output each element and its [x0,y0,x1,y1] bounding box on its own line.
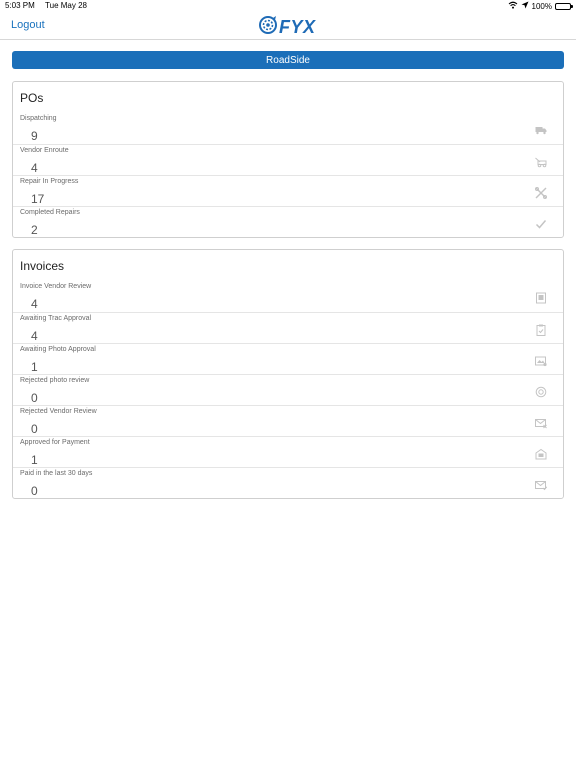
row-label: Completed Repairs [20,209,80,216]
row-label: Awaiting Photo Approval [20,346,96,353]
clipboard-icon [535,324,547,336]
invoice-row-rejected-vendor[interactable]: Rejected Vendor Review 0 [13,405,563,436]
row-value: 1 [31,453,38,467]
photo-icon [535,355,547,367]
invoices-card: Invoices Invoice Vendor Review 4 Awaitin… [12,249,564,499]
battery-percent: 100% [531,1,552,11]
row-value: 17 [31,192,45,206]
row-value: 4 [31,161,38,175]
row-value: 4 [31,297,38,311]
invoices-title: Invoices [20,259,65,273]
invoice-row-vendor-review[interactable]: Invoice Vendor Review 4 [13,281,563,312]
fyx-logo: FYX [258,15,316,40]
pos-title: POs [20,91,44,105]
approved-icon [535,448,547,460]
row-value: 0 [31,422,38,436]
invoice-row-photo-approval[interactable]: Awaiting Photo Approval 1 [13,343,563,374]
truck-icon [535,124,547,136]
row-label: Invoice Vendor Review [20,283,92,290]
status-date: Tue May 28 [45,1,87,10]
location-icon [521,1,529,11]
status-time: 5:03 PM [5,1,35,10]
invoice-row-paid-30-days[interactable]: Paid in the last 30 days 0 [13,467,563,498]
row-label: Awaiting Trac Approval [20,315,92,322]
tow-truck-icon [535,156,547,168]
wrench-logo-icon [258,15,278,40]
battery-icon [555,2,573,10]
status-bar: 5:03 PM Tue May 28 100% [0,0,576,12]
invoice-icon [535,292,547,304]
row-value: 4 [31,329,38,343]
row-label: Rejected Vendor Review [20,408,97,415]
logo-text: FYX [279,17,316,37]
po-row-completed-repairs[interactable]: Completed Repairs 2 [13,206,563,237]
invoice-row-approved-payment[interactable]: Approved for Payment 1 [13,436,563,467]
checkmark-icon [535,218,547,230]
row-label: Rejected photo review [20,377,90,384]
invoice-row-rejected-photo[interactable]: Rejected photo review 0 [13,374,563,405]
row-value: 0 [31,484,38,498]
row-value: 2 [31,223,38,237]
po-row-repair-in-progress[interactable]: Repair In Progress 17 [13,175,563,206]
navigation-bar: Logout FYX [0,12,576,40]
po-row-dispatching[interactable]: Dispatching 9 [13,113,563,144]
pos-card: POs Dispatching 9 Vendor Enroute 4 Repai… [12,81,564,238]
row-label: Dispatching [20,115,57,122]
row-label: Approved for Payment [20,439,90,446]
invoice-row-trac-approval[interactable]: Awaiting Trac Approval 4 [13,312,563,343]
rejected-icon [535,386,547,398]
po-row-vendor-enroute[interactable]: Vendor Enroute 4 [13,144,563,175]
wifi-icon [508,1,518,11]
paid-icon [535,479,547,491]
row-value: 9 [31,129,38,143]
row-label: Paid in the last 30 days [20,470,93,477]
rejected-mail-icon [535,417,547,429]
row-value: 1 [31,360,38,374]
row-value: 0 [31,391,38,405]
row-label: Vendor Enroute [20,147,69,154]
roadside-button[interactable]: RoadSide [12,51,564,69]
tools-icon [535,187,547,199]
logout-button[interactable]: Logout [11,19,45,31]
row-label: Repair In Progress [20,178,79,185]
